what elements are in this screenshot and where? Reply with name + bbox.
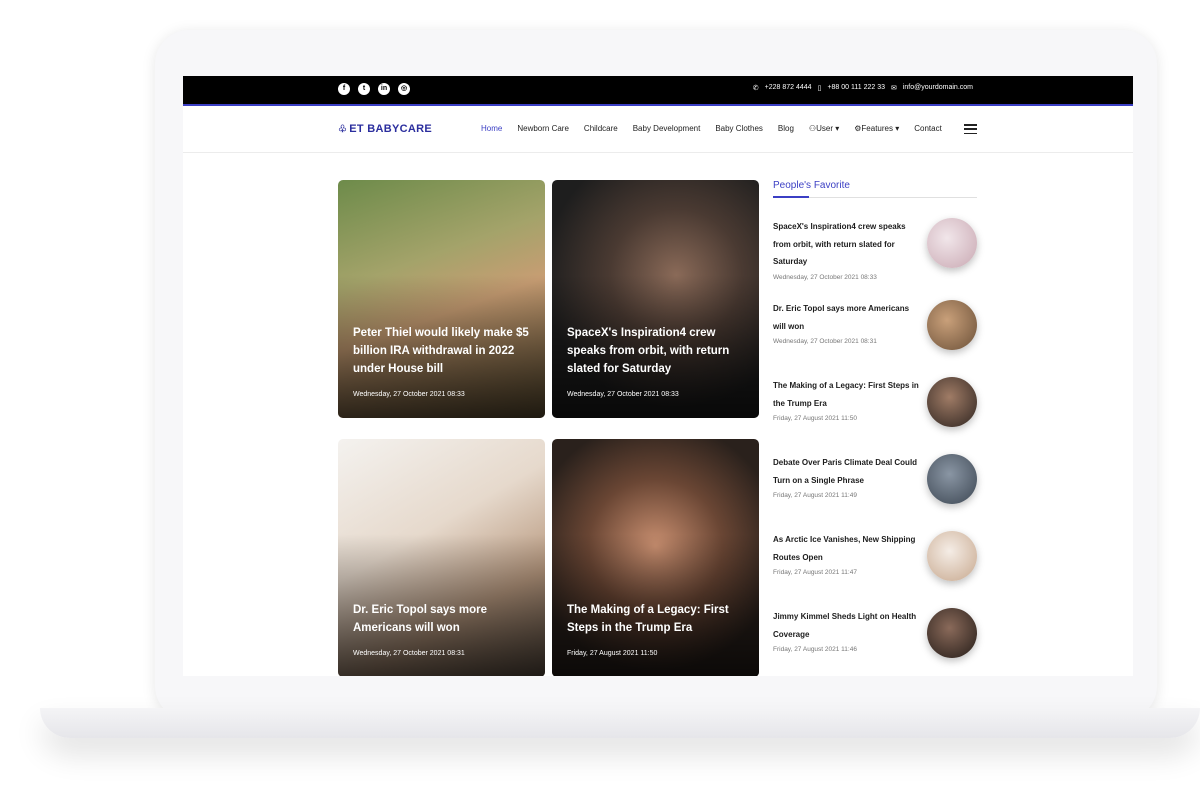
card-date: Wednesday, 27 October 2021 08:33	[353, 391, 465, 398]
favorite-thumbnail[interactable]	[927, 531, 977, 581]
email-icon: ✉	[890, 85, 897, 92]
nav-item-newborn-care[interactable]: Newborn Care	[517, 124, 569, 133]
logo-text: ET BABYCARE	[349, 123, 433, 135]
nav-item-baby-development[interactable]: Baby Development	[633, 124, 701, 133]
card-title[interactable]: Peter Thiel would likely make $5 billion…	[353, 324, 533, 378]
baby-logo-icon: ♧	[338, 123, 348, 135]
nav-item-user[interactable]: ⚇User ▾	[809, 124, 839, 133]
email-link[interactable]: info@yourdomain.com	[903, 84, 973, 92]
featured-card[interactable]: Dr. Eric Topol says more Americans will …	[338, 439, 545, 676]
favorite-item[interactable]: Jimmy Kimmel Sheds Light on Health Cover…	[773, 608, 977, 658]
nav-item-features[interactable]: ⚙Features ▾	[854, 124, 899, 133]
phone-icon: ✆	[752, 85, 759, 92]
nav-menu: Home Newborn Care Childcare Baby Develop…	[481, 124, 942, 133]
phone-number-2[interactable]: +88 00 111 222 33	[827, 84, 885, 92]
favorite-title[interactable]: As Arctic Ice Vanishes, New Shipping Rou…	[773, 531, 919, 566]
top-bar: f t in ◎ ✆ +228 872 4444 ▯ +88 00 111 22…	[183, 76, 1133, 106]
favorite-title[interactable]: The Making of a Legacy: First Steps in t…	[773, 377, 919, 412]
card-date: Wednesday, 27 October 2021 08:33	[567, 391, 679, 398]
hamburger-menu-icon[interactable]	[964, 124, 977, 134]
favorite-item[interactable]: SpaceX's Inspiration4 crew speaks from o…	[773, 218, 977, 281]
site-logo[interactable]: ♧ ET BABYCARE	[338, 123, 432, 135]
card-title[interactable]: Dr. Eric Topol says more Americans will …	[353, 601, 533, 637]
favorite-item[interactable]: Debate Over Paris Climate Deal Could Tur…	[773, 454, 977, 504]
favorite-item[interactable]: The Making of a Legacy: First Steps in t…	[773, 377, 977, 427]
nav-item-user-label: User ▾	[816, 124, 840, 133]
card-title[interactable]: The Making of a Legacy: First Steps in t…	[567, 601, 747, 637]
featured-card[interactable]: Peter Thiel would likely make $5 billion…	[338, 180, 545, 418]
twitter-icon[interactable]: t	[358, 83, 370, 95]
nav-item-baby-clothes[interactable]: Baby Clothes	[715, 124, 763, 133]
website-screen: f t in ◎ ✆ +228 872 4444 ▯ +88 00 111 22…	[183, 76, 1133, 676]
favorite-date: Wednesday, 27 October 2021 08:33	[773, 273, 877, 281]
favorite-thumbnail[interactable]	[927, 218, 977, 268]
favorite-thumbnail[interactable]	[927, 454, 977, 504]
sidebar-divider	[773, 196, 977, 198]
nav-item-features-label: Features ▾	[861, 124, 900, 133]
linkedin-icon[interactable]: in	[378, 83, 390, 95]
favorite-thumbnail[interactable]	[927, 377, 977, 427]
main-nav: ♧ ET BABYCARE Home Newborn Care Childcar…	[183, 106, 1133, 153]
favorite-item[interactable]: As Arctic Ice Vanishes, New Shipping Rou…	[773, 531, 977, 581]
favorite-title[interactable]: SpaceX's Inspiration4 crew speaks from o…	[773, 218, 919, 271]
nav-item-home[interactable]: Home	[481, 124, 502, 133]
card-date: Friday, 27 August 2021 11:50	[567, 650, 658, 657]
favorite-thumbnail[interactable]	[927, 300, 977, 350]
favorite-item[interactable]: Dr. Eric Topol says more Americans will …	[773, 300, 977, 350]
peoples-favorite-sidebar: People's Favorite SpaceX's Inspiration4 …	[773, 180, 977, 658]
facebook-icon[interactable]: f	[338, 83, 350, 95]
sidebar-title: People's Favorite	[773, 180, 850, 191]
favorite-title[interactable]: Dr. Eric Topol says more Americans will …	[773, 300, 919, 335]
favorite-title[interactable]: Debate Over Paris Climate Deal Could Tur…	[773, 454, 919, 489]
contact-info: ✆ +228 872 4444 ▯ +88 00 111 222 33 ✉ in…	[753, 84, 973, 92]
card-title[interactable]: SpaceX's Inspiration4 crew speaks from o…	[567, 324, 747, 378]
featured-card[interactable]: The Making of a Legacy: First Steps in t…	[552, 439, 759, 676]
featured-card[interactable]: SpaceX's Inspiration4 crew speaks from o…	[552, 180, 759, 418]
favorite-thumbnail[interactable]	[927, 608, 977, 658]
nav-item-blog[interactable]: Blog	[778, 124, 794, 133]
mobile-icon: ▯	[817, 85, 822, 92]
social-links: f t in ◎	[338, 83, 410, 95]
nav-item-childcare[interactable]: Childcare	[584, 124, 618, 133]
laptop-base	[40, 708, 1200, 738]
phone-number-1[interactable]: +228 872 4444	[765, 84, 812, 92]
card-date: Wednesday, 27 October 2021 08:31	[353, 650, 465, 657]
nav-item-contact[interactable]: Contact	[914, 124, 942, 133]
instagram-icon[interactable]: ◎	[398, 83, 410, 95]
favorite-title[interactable]: Jimmy Kimmel Sheds Light on Health Cover…	[773, 608, 919, 643]
